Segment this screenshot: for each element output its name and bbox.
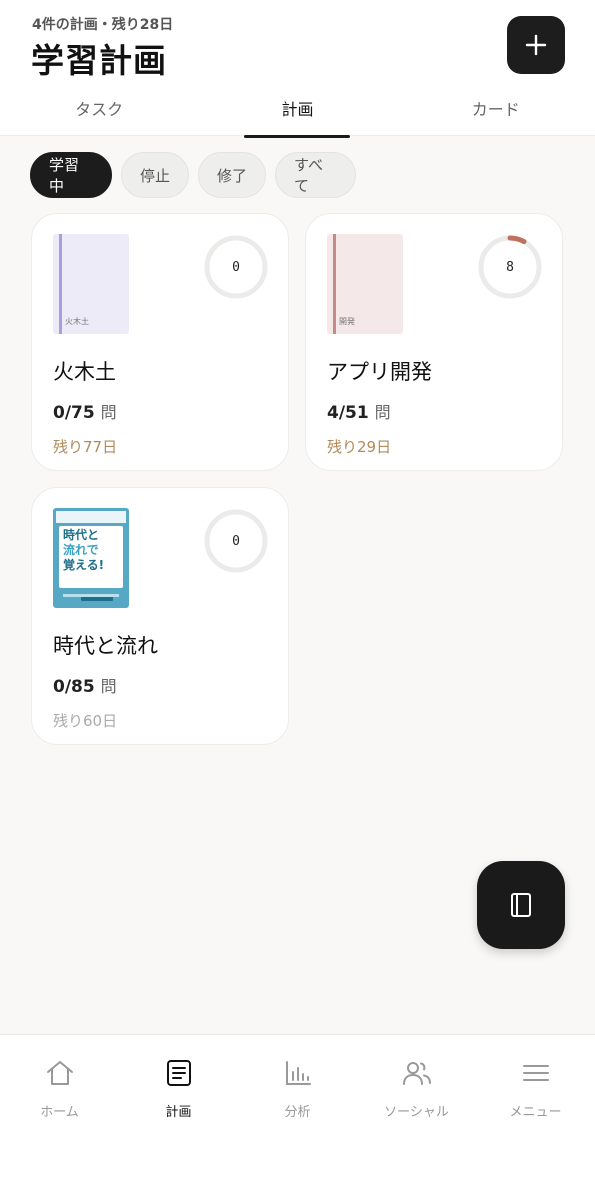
plan-card[interactable]: 開発 8 アプリ開発 4/51 問 残り29日 [305,213,563,471]
nav-label: メニュー [509,1105,562,1120]
menu-icon [522,1065,549,1081]
plan-title: アプリ開発 [327,360,432,384]
filter-all[interactable]: すべて [275,152,356,198]
plan-cover: 時代と 流れで 覚える! [53,508,129,608]
plus-icon [525,34,547,56]
filter-chips: 学習中 停止 修了 すべて [30,152,356,198]
progress-count: 0/85 [53,677,95,697]
plan-progress: 4/51 問 [327,399,391,423]
add-plan-button[interactable] [507,16,565,74]
nav-label: ソーシャル [384,1105,449,1120]
cover-text: 火木土 [65,317,89,326]
people-icon [402,1062,431,1085]
chart-icon [285,1061,311,1085]
page-title: 学習計画 [31,41,167,80]
tab-tasks[interactable]: タスク [0,86,198,136]
cover-spine [333,234,336,334]
progress-number: 0 [232,259,240,275]
nav-home[interactable]: ホーム [0,1035,119,1200]
plan-icon [166,1060,191,1086]
study-fab-button[interactable] [477,861,565,949]
nav-analytics[interactable]: 分析 [238,1035,357,1200]
cover-line: 時代と [63,528,100,542]
app-header: 4件の計画・残り28日 学習計画 タスク 計画 カード [0,0,595,138]
filter-paused[interactable]: 停止 [121,152,189,198]
progress-number: 8 [506,259,514,275]
book-icon [511,893,531,917]
plan-card[interactable]: 時代と 流れで 覚える! 0 時代と流れ 0/85 問 残り60日 [31,487,289,745]
plan-card[interactable]: 火木土 0 火木土 0/75 問 残り77日 [31,213,289,471]
plan-cover: 開発 [327,234,403,334]
tab-cards[interactable]: カード [397,86,595,136]
plan-title: 時代と流れ [53,634,158,658]
cover-footer [63,594,119,597]
home-icon [46,1061,73,1085]
plan-progress: 0/75 問 [53,399,117,423]
plan-cover: 火木土 [53,234,129,334]
progress-count: 0/75 [53,403,95,423]
nav-label: 計画 [165,1105,192,1120]
tab-plans[interactable]: 計画 [198,86,396,138]
progress-number: 0 [232,533,240,549]
cover-panel: 時代と 流れで 覚える! [59,526,123,601]
progress-unit: 問 [100,677,117,696]
nav-label: 分析 [284,1105,311,1120]
cover-spine [59,234,62,334]
remaining-days: 残り60日 [53,712,118,730]
plan-progress: 0/85 問 [53,673,117,697]
cover-text: 開発 [339,317,355,326]
nav-social[interactable]: ソーシャル [357,1035,476,1200]
nav-plans[interactable]: 計画 [119,1035,238,1200]
nav-label: ホーム [40,1105,79,1120]
filter-completed[interactable]: 修了 [198,152,266,198]
nav-menu[interactable]: メニュー [476,1035,595,1200]
plan-title: 火木土 [53,360,116,384]
filter-studying[interactable]: 学習中 [30,152,112,198]
progress-unit: 問 [100,403,117,422]
cover-line: 覚える! [63,558,105,572]
top-tabs: タスク 計画 カード [0,86,595,138]
progress-unit: 問 [374,403,391,422]
remaining-days: 残り77日 [53,438,118,456]
cover-line: 流れで [63,543,99,557]
remaining-days: 残り29日 [327,438,392,456]
plan-summary: 4件の計画・残り28日 [32,17,174,33]
bottom-nav: ホーム 計画 分析 ソーシャル メニュー [0,1034,595,1200]
progress-count: 4/51 [327,403,369,423]
cover-band [56,511,126,523]
